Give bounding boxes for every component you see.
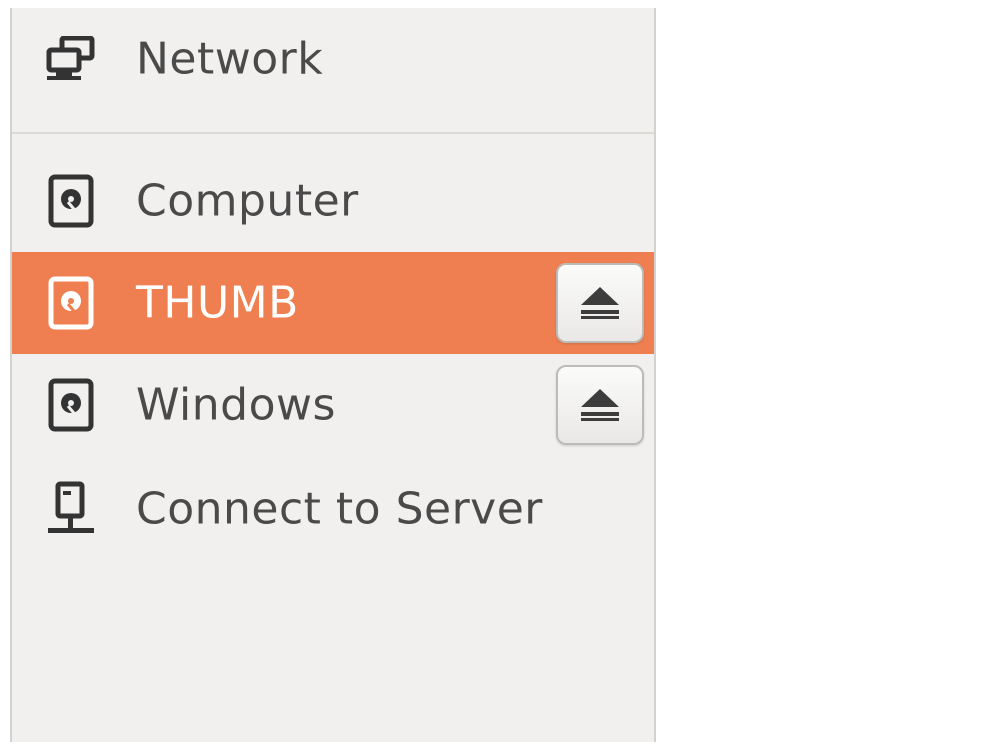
drive-icon	[46, 378, 96, 432]
sidebar-item-network[interactable]: Network	[12, 8, 654, 110]
eject-icon	[581, 389, 619, 421]
sidebar-item-windows[interactable]: Windows	[12, 354, 654, 456]
server-icon	[46, 481, 96, 536]
sidebar-item-thumb[interactable]: THUMB	[12, 252, 654, 354]
sidebar-item-label: Connect to Server	[136, 483, 543, 535]
sidebar-item-computer[interactable]: Computer	[12, 150, 654, 252]
eject-button[interactable]	[556, 365, 644, 445]
sidebar-item-connect-to-server[interactable]: Connect to Server	[12, 458, 654, 560]
eject-icon	[581, 287, 619, 319]
sidebar-item-label: Computer	[136, 175, 359, 227]
section-divider	[12, 132, 654, 134]
network-icon	[46, 32, 96, 86]
drive-icon	[46, 276, 96, 330]
drive-icon	[46, 174, 96, 228]
places-sidebar: Network Computer THUMB Windows Connect t…	[10, 8, 656, 742]
sidebar-item-label: THUMB	[136, 277, 299, 329]
sidebar-item-label: Network	[136, 33, 324, 85]
sidebar-item-label: Windows	[136, 379, 336, 431]
eject-button[interactable]	[556, 263, 644, 343]
